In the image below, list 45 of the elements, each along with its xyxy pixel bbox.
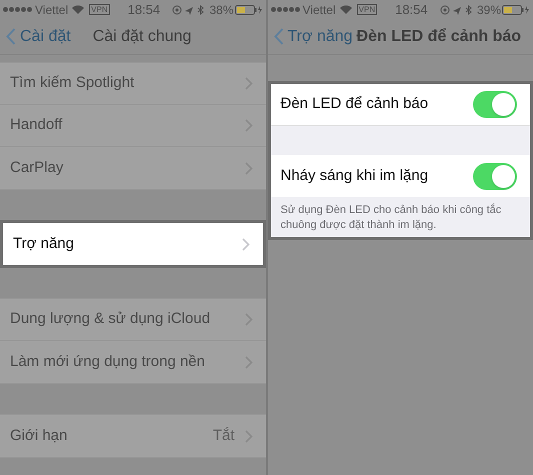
vpn-badge: VPN xyxy=(89,4,110,15)
settings-row[interactable]: Giới hạn Tắt xyxy=(0,415,266,457)
settings-row[interactable]: Dung lượng & sử dụng iCloud xyxy=(0,299,266,341)
time-label: 18:54 xyxy=(128,0,160,19)
time-label: 18:54 xyxy=(395,0,428,19)
carrier-label: Viettel xyxy=(35,2,68,18)
battery-icon xyxy=(234,4,262,14)
signal-icon xyxy=(3,7,32,12)
settings-row[interactable]: Làm mới ứng dụng trong nền xyxy=(0,341,266,383)
chevron-icon xyxy=(242,238,250,250)
vpn-badge: VPN xyxy=(356,4,378,15)
status-icons xyxy=(440,4,474,14)
wifi-icon xyxy=(340,5,352,14)
nav-title: Đèn LED để cảnh báo xyxy=(356,26,522,46)
row-value: Tắt xyxy=(212,426,234,446)
signal-icon xyxy=(270,7,300,12)
back-button[interactable]: Trợ năng xyxy=(274,24,353,48)
row-label: Giới hạn xyxy=(10,426,68,446)
battery-label: 38% xyxy=(209,2,234,18)
settings-row[interactable]: Đèn LED để cảnh báo xyxy=(270,84,530,126)
row-label: Làm mới ứng dụng trong nền xyxy=(10,352,206,372)
battery-icon xyxy=(502,4,530,14)
status-icons xyxy=(172,4,206,14)
battery-label: 39% xyxy=(476,2,501,18)
back-button[interactable]: Cài đặt xyxy=(6,24,71,48)
back-chevron-icon xyxy=(274,28,284,45)
row-label: Tìm kiếm Spotlight xyxy=(10,73,136,94)
wifi-icon xyxy=(72,5,84,14)
row-label: Đèn LED để cảnh báo xyxy=(280,94,430,114)
settings-row[interactable]: Trợ năng xyxy=(3,223,262,265)
row-label: Dung lượng & sử dụng iCloud xyxy=(10,309,212,330)
row-label: Nháy sáng khi im lặng xyxy=(280,166,430,186)
footer-note: Sử dụng Đèn LED cho cảnh báo khi công tắc chuông được đặt thành im lặng. xyxy=(280,202,502,233)
row-label: Trợ năng xyxy=(13,234,75,254)
settings-row[interactable]: Tìm kiếm Spotlight xyxy=(0,63,266,105)
carrier-label: Viettel xyxy=(302,2,336,18)
settings-row[interactable]: CarPlay xyxy=(0,147,266,189)
toggle-switch[interactable] xyxy=(473,91,517,118)
row-label: CarPlay xyxy=(10,158,64,178)
nav-title: Cài đặt chung xyxy=(92,26,192,46)
settings-row[interactable]: Handoff xyxy=(0,105,266,147)
toggle-switch[interactable] xyxy=(473,162,517,190)
row-label: Handoff xyxy=(10,115,64,136)
back-chevron-icon xyxy=(6,28,16,45)
settings-row[interactable]: Nháy sáng khi im lặng xyxy=(270,155,530,197)
